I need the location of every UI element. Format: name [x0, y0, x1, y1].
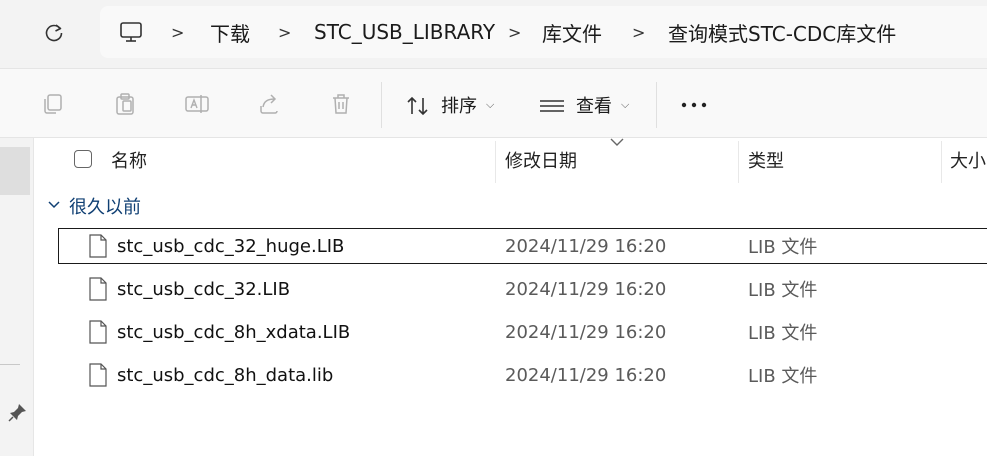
file-type: LIB 文件 [748, 366, 818, 387]
refresh-icon [45, 24, 63, 42]
breadcrumb-chevron-icon[interactable]: > [278, 17, 291, 47]
file-type: LIB 文件 [748, 323, 818, 344]
group-label[interactable]: 很久以前 [69, 194, 141, 218]
clipboard-icon [116, 93, 134, 115]
file-date: 2024/11/29 16:20 [505, 235, 667, 257]
more-icon [681, 102, 707, 108]
column-header-name[interactable]: 名称 [111, 148, 147, 172]
column-header-size[interactable]: 大小 [950, 148, 986, 172]
file-date: 2024/11/29 16:20 [505, 278, 667, 300]
this-pc-icon[interactable] [118, 19, 144, 45]
group-collapse-chevron-icon[interactable] [46, 197, 62, 213]
file-type: LIB 文件 [748, 237, 818, 258]
sort-icon[interactable] [405, 93, 431, 119]
refresh-button[interactable] [34, 16, 74, 50]
file-date: 2024/11/29 16:20 [505, 321, 667, 343]
view-button[interactable]: 查看 [576, 90, 612, 120]
breadcrumb-chevron-icon[interactable]: > [171, 17, 184, 47]
more-options-button[interactable] [680, 97, 708, 113]
view-icon[interactable] [538, 93, 566, 119]
file-type: LIB 文件 [748, 280, 818, 301]
breadcrumb-downloads[interactable]: 下载 [210, 17, 250, 47]
share-button[interactable] [251, 86, 287, 122]
trash-icon [333, 94, 349, 114]
sort-dropdown-icon[interactable]: ⌵ [486, 90, 494, 120]
file-icon [88, 234, 108, 258]
rename-button[interactable] [179, 86, 215, 122]
file-name[interactable]: stc_usb_cdc_32_huge.LIB [117, 233, 344, 259]
file-name[interactable]: stc_usb_cdc_32.LIB [117, 276, 290, 302]
breadcrumb-stc-usb-library[interactable]: STC_USB_LIBRARY [314, 17, 495, 47]
file-icon [88, 363, 108, 387]
file-name[interactable]: stc_usb_cdc_8h_data.lib [117, 362, 333, 388]
toolbar-divider [656, 82, 657, 128]
breadcrumb-lib-files[interactable]: 库文件 [542, 17, 602, 47]
select-all-checkbox[interactable] [74, 150, 92, 168]
rename-icon [185, 95, 209, 113]
breadcrumb-chevron-icon[interactable]: > [632, 17, 645, 47]
nav-divider [0, 364, 20, 365]
delete-button[interactable] [323, 86, 359, 122]
breadcrumb-chevron-icon[interactable]: > [508, 17, 521, 47]
column-header-type[interactable]: 类型 [748, 148, 784, 172]
file-date: 2024/11/29 16:20 [505, 364, 667, 386]
copy-button[interactable] [35, 86, 71, 122]
sort-button[interactable]: 排序 [441, 90, 477, 120]
pin-icon[interactable] [8, 402, 28, 422]
view-dropdown-icon[interactable]: ⌵ [621, 90, 629, 120]
column-divider[interactable] [495, 141, 496, 183]
breadcrumb-current-folder[interactable]: 查询模式STC-CDC库文件 [668, 17, 896, 47]
column-divider[interactable] [738, 141, 739, 183]
file-icon [88, 320, 108, 344]
file-name[interactable]: stc_usb_cdc_8h_xdata.LIB [117, 319, 350, 345]
column-header-date[interactable]: 修改日期 [505, 148, 577, 172]
column-divider[interactable] [941, 141, 942, 183]
paste-button[interactable] [107, 86, 143, 122]
sort-descending-icon [608, 134, 626, 148]
copy-icon [44, 94, 62, 114]
nav-selected-item[interactable] [0, 147, 30, 195]
share-icon [260, 94, 278, 114]
toolbar-divider [381, 82, 382, 128]
file-icon [88, 277, 108, 301]
